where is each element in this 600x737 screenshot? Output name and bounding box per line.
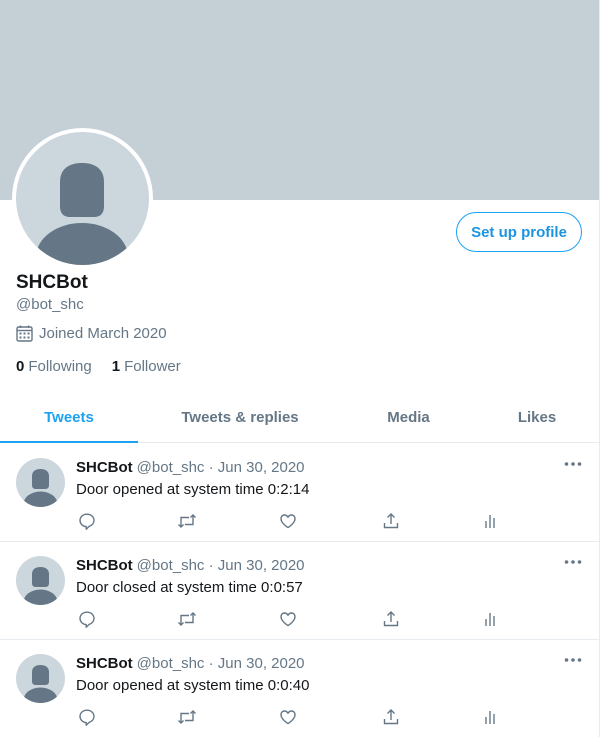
like-icon[interactable]: [277, 706, 299, 728]
more-options-icon[interactable]: [563, 556, 583, 568]
tweet-date[interactable]: Jun 30, 2020: [218, 557, 305, 574]
like-icon[interactable]: [277, 608, 299, 630]
profile-tabs: Tweets Tweets & replies Media Likes: [0, 392, 599, 443]
default-avatar-icon: [23, 469, 58, 507]
analytics-icon[interactable]: [480, 608, 502, 630]
profile-avatar[interactable]: [12, 128, 153, 269]
tweet-header: SHCBot @bot_shc · Jun 30, 2020: [76, 459, 305, 476]
tweet-author-handle[interactable]: @bot_shc: [137, 655, 205, 672]
share-icon[interactable]: [380, 608, 402, 630]
tab-tweets-replies[interactable]: Tweets & replies: [138, 392, 342, 442]
following-count: 0: [16, 358, 25, 375]
analytics-icon[interactable]: [480, 510, 502, 532]
tweet-avatar[interactable]: [16, 556, 65, 605]
tweet-item[interactable]: SHCBot @bot_shc · Jun 30, 2020 Door close…: [0, 542, 599, 640]
tweet-date[interactable]: Jun 30, 2020: [218, 459, 305, 476]
analytics-icon[interactable]: [480, 706, 502, 728]
tweet-date[interactable]: Jun 30, 2020: [218, 655, 305, 672]
tweet-header: SHCBot @bot_shc · Jun 30, 2020: [76, 655, 305, 672]
tweet-author-handle[interactable]: @bot_shc: [137, 459, 205, 476]
retweet-icon[interactable]: [176, 510, 198, 532]
like-icon[interactable]: [277, 510, 299, 532]
retweet-icon[interactable]: [176, 608, 198, 630]
tweet-text: Door opened at system time 0:2:14: [76, 481, 310, 498]
reply-icon[interactable]: [76, 510, 98, 532]
tweet-separator: ·: [208, 459, 214, 476]
retweet-icon[interactable]: [176, 706, 198, 728]
more-options-icon[interactable]: [563, 458, 583, 470]
default-avatar-icon: [23, 567, 58, 605]
share-icon[interactable]: [380, 706, 402, 728]
profile-display-name: SHCBot: [16, 272, 88, 293]
calendar-icon: [16, 325, 33, 342]
more-options-icon[interactable]: [563, 654, 583, 666]
following-label: Following: [28, 358, 92, 375]
tweet-actions: [0, 608, 599, 630]
joined-date: Joined March 2020: [16, 325, 167, 342]
tab-tweets[interactable]: Tweets: [0, 392, 138, 443]
share-icon[interactable]: [380, 510, 402, 532]
tweet-author-name[interactable]: SHCBot: [76, 557, 133, 574]
tweet-actions: [0, 706, 599, 728]
following-link[interactable]: 0 Following: [16, 358, 92, 375]
tweet-actions: [0, 510, 599, 532]
tab-media[interactable]: Media: [342, 392, 475, 442]
default-avatar-icon: [36, 163, 128, 265]
followers-count: 1: [111, 358, 121, 375]
tab-likes[interactable]: Likes: [475, 392, 599, 442]
followers-link[interactable]: 1 Follower: [112, 358, 181, 375]
reply-icon[interactable]: [76, 608, 98, 630]
tweet-author-name[interactable]: SHCBot: [76, 459, 133, 476]
tweet-text: Door opened at system time 0:0:40: [76, 677, 310, 694]
joined-text: Joined March 2020: [39, 325, 167, 342]
profile-handle: @bot_shc: [16, 296, 84, 313]
tweet-author-name[interactable]: SHCBot: [76, 655, 133, 672]
tweet-separator: ·: [208, 557, 214, 574]
setup-profile-button[interactable]: Set up profile: [456, 212, 582, 252]
default-avatar-icon: [23, 665, 58, 703]
reply-icon[interactable]: [76, 706, 98, 728]
followers-label: Follower: [124, 358, 181, 375]
follow-stats: 0 Following 1 Follower: [16, 358, 181, 375]
tweet-author-handle[interactable]: @bot_shc: [137, 557, 205, 574]
tweet-item[interactable]: SHCBot @bot_shc · Jun 30, 2020 Door opene…: [0, 640, 599, 737]
tweet-header: SHCBot @bot_shc · Jun 30, 2020: [76, 557, 305, 574]
tweet-avatar[interactable]: [16, 458, 65, 507]
tweet-avatar[interactable]: [16, 654, 65, 703]
tweet-separator: ·: [208, 655, 214, 672]
tweet-item[interactable]: SHCBot @bot_shc · Jun 30, 2020 Door opene…: [0, 444, 599, 542]
tweet-text: Door closed at system time 0:0:57: [76, 579, 303, 596]
